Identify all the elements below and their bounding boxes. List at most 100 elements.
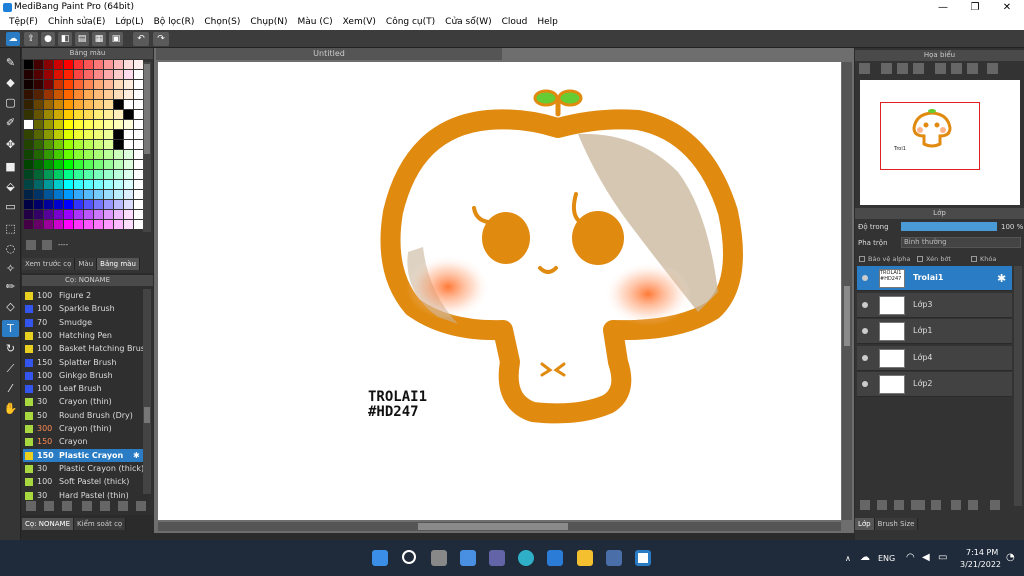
- visibility-eye-icon[interactable]: [862, 275, 868, 281]
- layer-row[interactable]: Lớp2: [857, 372, 1012, 397]
- color-swatch[interactable]: [44, 210, 53, 219]
- color-swatch[interactable]: [24, 170, 33, 179]
- camera-icon[interactable]: [606, 550, 622, 566]
- color-swatch[interactable]: [94, 60, 103, 69]
- file-explorer-icon[interactable]: [577, 550, 593, 566]
- color-swatch[interactable]: [84, 160, 93, 169]
- tab-color[interactable]: Màu: [75, 258, 98, 270]
- color-swatch[interactable]: [34, 220, 43, 229]
- color-swatch[interactable]: [54, 140, 63, 149]
- color-swatch[interactable]: [24, 90, 33, 99]
- select-pen-icon[interactable]: ✏: [2, 278, 19, 295]
- color-swatch[interactable]: [34, 60, 43, 69]
- select-eraser-icon[interactable]: ◇: [2, 298, 19, 315]
- zoom-in-icon[interactable]: [881, 63, 892, 74]
- operation-tool-icon[interactable]: ↻: [2, 340, 19, 357]
- brush-item[interactable]: 100 Ginkgo Brush: [23, 369, 143, 382]
- menu-edit[interactable]: Chỉnh sửa(E): [43, 15, 110, 30]
- color-swatch[interactable]: [44, 110, 53, 119]
- color-swatch[interactable]: [34, 190, 43, 199]
- color-swatch[interactable]: [124, 190, 133, 199]
- color-swatch[interactable]: [114, 120, 123, 129]
- color-swatch[interactable]: [114, 210, 123, 219]
- eraser-tool-icon[interactable]: ◆: [2, 74, 19, 91]
- color-swatch[interactable]: [124, 90, 133, 99]
- color-swatch[interactable]: [44, 220, 53, 229]
- mail-icon[interactable]: [547, 550, 563, 566]
- color-swatch[interactable]: [84, 70, 93, 79]
- color-swatch[interactable]: [94, 90, 103, 99]
- color-swatch[interactable]: [124, 180, 133, 189]
- color-swatch[interactable]: [84, 80, 93, 89]
- color-swatch[interactable]: [64, 160, 73, 169]
- color-swatch[interactable]: [114, 70, 123, 79]
- color-swatch[interactable]: [54, 220, 63, 229]
- brush-item[interactable]: 150 Plastic Crayon ✱: [23, 448, 143, 462]
- color-swatch[interactable]: [134, 190, 143, 199]
- color-swatch[interactable]: [104, 120, 113, 129]
- tab-brush-control[interactable]: Kiểm soát cọ: [74, 518, 127, 530]
- color-swatch[interactable]: [74, 160, 83, 169]
- color-swatch[interactable]: [54, 70, 63, 79]
- color-swatch[interactable]: [54, 170, 63, 179]
- color-swatch[interactable]: [114, 60, 123, 69]
- color-swatch[interactable]: [64, 80, 73, 89]
- merge-layer-icon[interactable]: [968, 500, 978, 510]
- color-swatch[interactable]: [64, 110, 73, 119]
- color-swatch[interactable]: [64, 130, 73, 139]
- color-swatch[interactable]: [54, 80, 63, 89]
- tab-layer[interactable]: Lớp: [855, 518, 875, 530]
- color-swatch[interactable]: [34, 120, 43, 129]
- eyedropper-icon[interactable]: ⁄: [2, 380, 19, 397]
- new-layer-icon[interactable]: [860, 500, 870, 510]
- color-swatch[interactable]: [104, 150, 113, 159]
- color-swatch[interactable]: [114, 220, 123, 229]
- color-swatch[interactable]: [34, 200, 43, 209]
- visibility-eye-icon[interactable]: [862, 328, 868, 334]
- color-swatch[interactable]: [74, 80, 83, 89]
- color-swatch[interactable]: [104, 210, 113, 219]
- color-swatch[interactable]: [104, 170, 113, 179]
- color-swatch[interactable]: [94, 160, 103, 169]
- notification-icon[interactable]: ◔: [1006, 552, 1015, 563]
- brush-item[interactable]: 100 Soft Pastel (thick): [23, 475, 143, 488]
- brush-item[interactable]: 300 Crayon (thin): [23, 422, 143, 435]
- color-swatch[interactable]: [34, 80, 43, 89]
- color-swatch[interactable]: [54, 100, 63, 109]
- shape-tool-icon[interactable]: ■: [2, 158, 19, 175]
- color-swatch[interactable]: [94, 130, 103, 139]
- color-swatch[interactable]: [134, 150, 143, 159]
- brush-item[interactable]: 150 Splatter Brush: [23, 356, 143, 369]
- color-swatch[interactable]: [44, 80, 53, 89]
- comment-icon[interactable]: ●: [41, 32, 55, 46]
- color-swatch[interactable]: [94, 140, 103, 149]
- search-icon[interactable]: [402, 550, 416, 564]
- menu-filter[interactable]: Bộ lọc(R): [149, 15, 200, 30]
- drawing-canvas[interactable]: TROLAI1 #HD247: [158, 62, 841, 520]
- color-swatch[interactable]: [44, 60, 53, 69]
- menu-tools[interactable]: Công cụ(T): [381, 15, 440, 30]
- color-swatch[interactable]: [114, 170, 123, 179]
- add-layer-menu-icon[interactable]: [911, 500, 925, 510]
- visibility-eye-icon[interactable]: [862, 301, 868, 308]
- color-swatch[interactable]: [94, 110, 103, 119]
- new-brush-icon[interactable]: [44, 501, 54, 511]
- color-swatch[interactable]: [94, 120, 103, 129]
- layer-row[interactable]: Lớp1: [857, 319, 1012, 344]
- undo-icon[interactable]: ↶: [133, 32, 149, 46]
- color-swatch[interactable]: [134, 170, 143, 179]
- color-swatch[interactable]: [124, 110, 133, 119]
- color-swatch[interactable]: [34, 130, 43, 139]
- color-swatch[interactable]: [104, 220, 113, 229]
- brush-item[interactable]: 70 Smudge: [23, 316, 143, 329]
- color-swatch[interactable]: [124, 210, 133, 219]
- color-swatch[interactable]: [134, 120, 143, 129]
- color-swatch[interactable]: [94, 80, 103, 89]
- color-swatch[interactable]: [64, 150, 73, 159]
- color-swatch[interactable]: [24, 120, 33, 129]
- color-swatch[interactable]: [54, 200, 63, 209]
- add-brush-icon[interactable]: [26, 501, 36, 511]
- duplicate-layer-icon[interactable]: [951, 500, 961, 510]
- visibility-eye-icon[interactable]: [862, 354, 868, 361]
- color-swatch[interactable]: [134, 200, 143, 209]
